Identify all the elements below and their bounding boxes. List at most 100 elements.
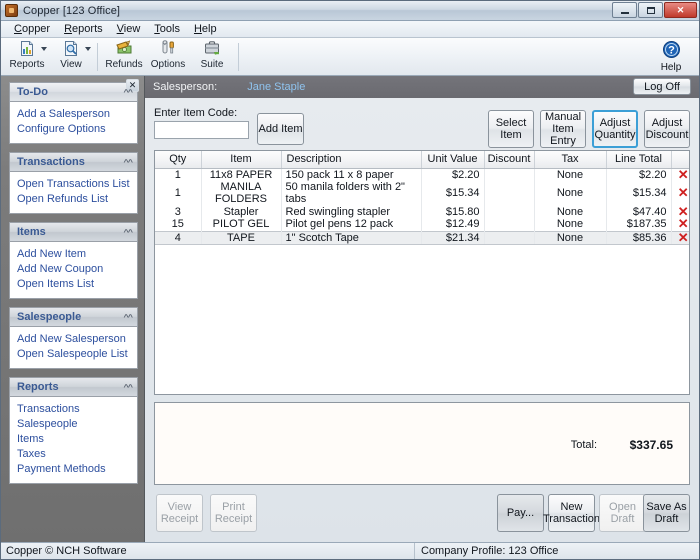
sidebar-panel-title-todo: To-Do [17, 86, 48, 98]
minimize-icon[interactable] [612, 2, 637, 18]
maximize-icon[interactable] [638, 2, 663, 18]
table-row[interactable]: 15PILOT GELPilot gel pens 12 pack$12.49N… [155, 218, 690, 231]
adjust-discount-label: Adjust Discount [646, 117, 689, 141]
menu-bar: Copper Reports View Tools Help [1, 21, 699, 38]
column-header-discount[interactable]: Discount [484, 151, 534, 168]
adjust-quantity-button[interactable]: Adjust Quantity [592, 110, 638, 148]
toolbar-label-suite: Suite [201, 59, 224, 70]
adjust-discount-button[interactable]: Adjust Discount [644, 110, 690, 148]
item-code-input[interactable] [154, 121, 249, 139]
cell-line-total: $2.20 [606, 168, 671, 181]
sidebar: ✕ To-Do ^^ Add a Salesperson Configure O… [1, 76, 145, 542]
sidebar-panel-header-salespeople[interactable]: Salespeople ^^ [9, 307, 138, 326]
sidebar-panel-title-reports: Reports [17, 381, 59, 393]
log-off-button[interactable]: Log Off [633, 78, 691, 95]
menu-reports[interactable]: Reports [57, 22, 110, 36]
table-row[interactable]: 1MANILA FOLDERS50 manila folders with 2"… [155, 181, 690, 205]
chevron-down-icon[interactable] [41, 47, 47, 51]
sidebar-panel-header-transactions[interactable]: Transactions ^^ [9, 152, 138, 171]
view-receipt-button[interactable]: View Receipt [156, 494, 203, 532]
sidebar-link-report-salespeople[interactable]: Salespeople [17, 417, 137, 432]
totals-panel: Total: $337.65 [154, 402, 690, 485]
menu-help[interactable]: Help [187, 22, 224, 36]
delete-x-icon[interactable]: ✕ [671, 181, 690, 205]
open-draft-button[interactable]: Open Draft [599, 494, 646, 532]
sidebar-link-add-new-item[interactable]: Add New Item [17, 247, 137, 262]
manual-item-entry-button[interactable]: Manual Item Entry [540, 110, 586, 148]
delete-x-icon[interactable]: ✕ [671, 168, 690, 181]
sidebar-link-add-new-coupon[interactable]: Add New Coupon [17, 262, 137, 277]
cell-line-total: $85.36 [606, 231, 671, 244]
column-header-unit-value[interactable]: Unit Value [421, 151, 484, 168]
sidebar-panel-header-reports[interactable]: Reports ^^ [9, 377, 138, 396]
delete-x-icon[interactable]: ✕ [671, 231, 690, 244]
table-header-row: Qty Item Description Unit Value Discount… [155, 151, 690, 168]
cell-discount [484, 168, 534, 181]
sidebar-panel-header-items[interactable]: Items ^^ [9, 222, 138, 241]
add-item-button[interactable]: Add Item [257, 113, 304, 145]
pay-button[interactable]: Pay... [497, 494, 544, 532]
status-company-profile: Company Profile: 123 Office [414, 543, 699, 559]
sidebar-panel-body-items: Add New Item Add New Coupon Open Items L… [9, 241, 138, 299]
menu-tools[interactable]: Tools [147, 22, 187, 36]
salesperson-label: Salesperson: [153, 81, 217, 93]
toolbar-button-view[interactable]: View [49, 39, 93, 75]
salesperson-name: Jane Staple [247, 81, 305, 93]
sidebar-link-open-transactions-list[interactable]: Open Transactions List [17, 177, 137, 192]
select-item-button[interactable]: Select Item [488, 110, 534, 148]
sidebar-link-configure-options[interactable]: Configure Options [17, 122, 137, 137]
cell-line-total: $15.34 [606, 181, 671, 205]
table-row[interactable]: 111x8 PAPER150 pack 11 x 8 paper$2.20Non… [155, 168, 690, 181]
sidebar-link-open-refunds-list[interactable]: Open Refunds List [17, 192, 137, 207]
sidebar-link-report-taxes[interactable]: Taxes [17, 447, 137, 462]
cell-qty: 1 [155, 168, 201, 181]
sidebar-link-report-transactions[interactable]: Transactions [17, 402, 137, 417]
toolbar-label-view: View [60, 59, 82, 70]
cell-tax: None [534, 168, 606, 181]
sidebar-link-add-a-salesperson[interactable]: Add a Salesperson [17, 107, 137, 122]
sidebar-panel-transactions: Transactions ^^ Open Transactions List O… [9, 152, 138, 214]
cell-unit-value: $15.34 [421, 181, 484, 205]
sidebar-link-add-new-salesperson[interactable]: Add New Salesperson [17, 332, 137, 347]
chevron-up-double-icon[interactable]: ^^ [123, 313, 132, 322]
column-header-item[interactable]: Item [201, 151, 281, 168]
chevron-down-icon[interactable] [85, 47, 91, 51]
line-items-table[interactable]: Qty Item Description Unit Value Discount… [154, 150, 690, 395]
cell-qty: 4 [155, 231, 201, 244]
print-receipt-button[interactable]: Print Receipt [210, 494, 257, 532]
menu-copper[interactable]: Copper [7, 22, 57, 36]
chevron-up-double-icon[interactable]: ^^ [123, 383, 132, 392]
sidebar-link-report-payment-methods[interactable]: Payment Methods [17, 462, 137, 477]
column-header-line-total[interactable]: Line Total [606, 151, 671, 168]
toolbar-button-help[interactable]: ? Help [651, 40, 691, 73]
sidebar-link-report-items[interactable]: Items [17, 432, 137, 447]
close-icon[interactable]: ✕ [664, 2, 697, 18]
tools-wrench-icon [159, 40, 178, 58]
cell-tax: None [534, 231, 606, 244]
magnifier-document-icon [63, 40, 80, 58]
toolbar-button-refunds[interactable]: Refunds [102, 39, 146, 75]
toolbar-button-suite[interactable]: Suite [190, 39, 234, 75]
column-header-tax[interactable]: Tax [534, 151, 606, 168]
chevron-up-double-icon[interactable]: ^^ [123, 88, 132, 97]
adjust-quantity-label: Adjust Quantity [595, 117, 636, 141]
cell-tax: None [534, 205, 606, 218]
table-row[interactable]: 4TAPE1" Scotch Tape$21.34None$85.36✕ [155, 231, 690, 244]
sidebar-panel-salespeople: Salespeople ^^ Add New Salesperson Open … [9, 307, 138, 369]
table-row[interactable]: 3StaplerRed swingling stapler$15.80None$… [155, 205, 690, 218]
toolbar-button-reports[interactable]: Reports [5, 39, 49, 75]
save-as-draft-button[interactable]: Save As Draft [643, 494, 690, 532]
column-header-qty[interactable]: Qty [155, 151, 201, 168]
sidebar-link-open-salespeople-list[interactable]: Open Salespeople List [17, 347, 137, 362]
status-bar: Copper © NCH Software Company Profile: 1… [1, 542, 699, 559]
chevron-up-double-icon[interactable]: ^^ [123, 158, 132, 167]
chevron-up-double-icon[interactable]: ^^ [123, 228, 132, 237]
menu-view[interactable]: View [110, 22, 148, 36]
sidebar-link-open-items-list[interactable]: Open Items List [17, 277, 137, 292]
toolbar-button-options[interactable]: Options [146, 39, 190, 75]
sidebar-panel-items: Items ^^ Add New Item Add New Coupon Ope… [9, 222, 138, 299]
column-header-description[interactable]: Description [281, 151, 421, 168]
new-transaction-button[interactable]: New Transaction [548, 494, 595, 532]
report-document-icon [19, 40, 36, 58]
sidebar-panel-header-todo[interactable]: To-Do ^^ [9, 82, 138, 101]
